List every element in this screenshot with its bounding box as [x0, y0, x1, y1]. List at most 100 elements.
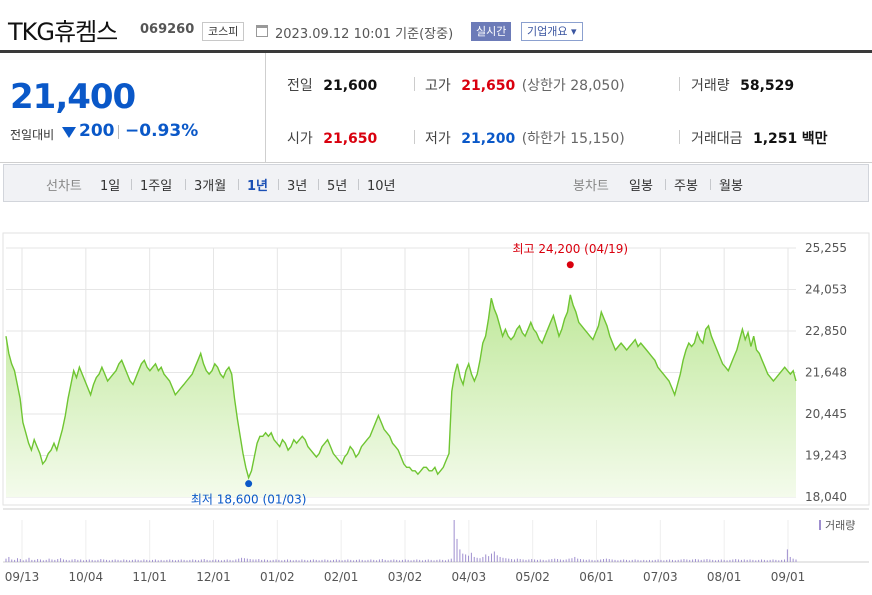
- volume-bar: [186, 560, 188, 562]
- realtime-button[interactable]: 실시간: [471, 22, 512, 41]
- line-chart-label: 선차트: [46, 179, 82, 194]
- volume-bar: [5, 558, 7, 562]
- high-cell: 고가 21,650 (상한가 28,050): [425, 75, 625, 95]
- volume-bar: [548, 559, 550, 562]
- tab-1year[interactable]: 1년: [247, 175, 268, 194]
- tab-weekly[interactable]: 주봉: [674, 175, 698, 194]
- volume-bar: [694, 559, 696, 562]
- high-label: 최고 24,200 (04/19): [512, 242, 628, 256]
- volume-bar: [229, 559, 231, 562]
- volume-bar: [174, 560, 176, 562]
- volume-bar: [255, 559, 257, 562]
- volume-bar: [712, 559, 714, 562]
- price-chart[interactable]: 25,255 24,053 22,850 21,648 20,445 19,243 18,0…: [0, 230, 872, 595]
- volume-bar: [350, 559, 352, 562]
- volume-bar: [516, 558, 518, 562]
- volume-bar: [614, 559, 616, 562]
- volume-bar: [381, 559, 383, 562]
- volume-bar: [203, 559, 205, 562]
- volume-bar: [238, 558, 240, 562]
- volume-bars: 거래량: [5, 519, 855, 562]
- company-info-dropdown[interactable]: 기업개요 ▾: [521, 22, 583, 41]
- volume-bar: [197, 560, 199, 562]
- tab-divider: [710, 179, 711, 190]
- volume-bar: [663, 560, 665, 562]
- volume-bar: [220, 560, 222, 562]
- volume-bar: [623, 559, 625, 562]
- volume-bar: [298, 560, 300, 562]
- volume-bar: [531, 559, 533, 562]
- y-tick-label: 19,243: [805, 449, 847, 463]
- volume-bar: [318, 560, 320, 562]
- volume-bar: [637, 559, 639, 562]
- volume-bar: [60, 558, 62, 562]
- tab-5year[interactable]: 5년: [327, 175, 347, 194]
- volume-bar: [651, 560, 653, 562]
- high-marker: [566, 261, 574, 269]
- x-tick-label: 08/01: [707, 570, 742, 584]
- volume-bar: [585, 559, 587, 562]
- volume-bar: [390, 559, 392, 562]
- volume-bar: [603, 559, 605, 562]
- volume-bar: [447, 559, 449, 562]
- volume-bar: [508, 558, 510, 562]
- volume-bar: [275, 559, 277, 562]
- volume-bar: [241, 557, 243, 562]
- tab-1day[interactable]: 1일: [100, 175, 120, 194]
- market-badge: 코스피: [202, 22, 245, 41]
- volume-bar: [680, 559, 682, 562]
- volume-bar: [534, 559, 536, 562]
- volume-bar: [677, 559, 679, 562]
- volume-bar: [143, 559, 145, 562]
- volume-bar: [183, 559, 185, 562]
- tab-daily[interactable]: 일봉: [629, 175, 653, 194]
- prev-close-cell: 전일 21,600: [287, 75, 377, 95]
- volume-bar: [729, 559, 731, 562]
- y-tick-label: 21,648: [805, 366, 847, 380]
- low-label: 최저 18,600 (01/03): [191, 493, 307, 507]
- volume-bar: [657, 559, 659, 562]
- volume-bar: [172, 559, 174, 562]
- y-tick-label: 25,255: [805, 241, 847, 255]
- volume-bar: [419, 559, 421, 562]
- volume-bar: [376, 560, 378, 562]
- volume-bar: [646, 560, 648, 562]
- tab-divider: [185, 179, 186, 190]
- calendar-icon: [256, 25, 268, 37]
- volume-bar: [22, 560, 24, 562]
- tab-monthly[interactable]: 월봉: [719, 175, 743, 194]
- volume-bar: [108, 560, 110, 562]
- volume-bar: [559, 559, 561, 562]
- volume-bar: [123, 559, 125, 562]
- volume-bar: [407, 559, 409, 562]
- volume-bar: [364, 560, 366, 562]
- volume-bar: [608, 559, 610, 562]
- volume-bar: [697, 559, 699, 562]
- down-triangle-icon: [62, 127, 76, 138]
- stat-divider: [414, 130, 415, 144]
- y-tick-label: 24,053: [805, 283, 847, 297]
- tab-1week[interactable]: 1주일: [140, 175, 172, 194]
- volume-bar: [226, 559, 228, 562]
- tab-3year[interactable]: 3년: [287, 175, 307, 194]
- volume-bar: [631, 559, 633, 562]
- volume-bar: [766, 560, 768, 562]
- volume-bar: [700, 559, 702, 562]
- volume-bar: [594, 560, 596, 562]
- volume-bar: [493, 551, 495, 562]
- volume-bar: [154, 559, 156, 562]
- high-label: 고가: [425, 78, 451, 94]
- volume-bar: [387, 560, 389, 562]
- tab-divider: [665, 179, 666, 190]
- volume-bar: [312, 559, 314, 562]
- volume-bar: [83, 560, 85, 562]
- tab-3month[interactable]: 3개월: [194, 175, 226, 194]
- quote-datetime: 2023.09.12 10:01 기준(장중): [275, 27, 454, 42]
- volume-value: 58,529: [740, 78, 795, 94]
- stock-name[interactable]: TKG휴켐스: [8, 12, 118, 47]
- volume-bar: [42, 560, 44, 562]
- volume-bar: [554, 558, 556, 562]
- volume-bar: [332, 559, 334, 562]
- volume-bar: [456, 538, 458, 562]
- tab-10year[interactable]: 10년: [367, 175, 396, 194]
